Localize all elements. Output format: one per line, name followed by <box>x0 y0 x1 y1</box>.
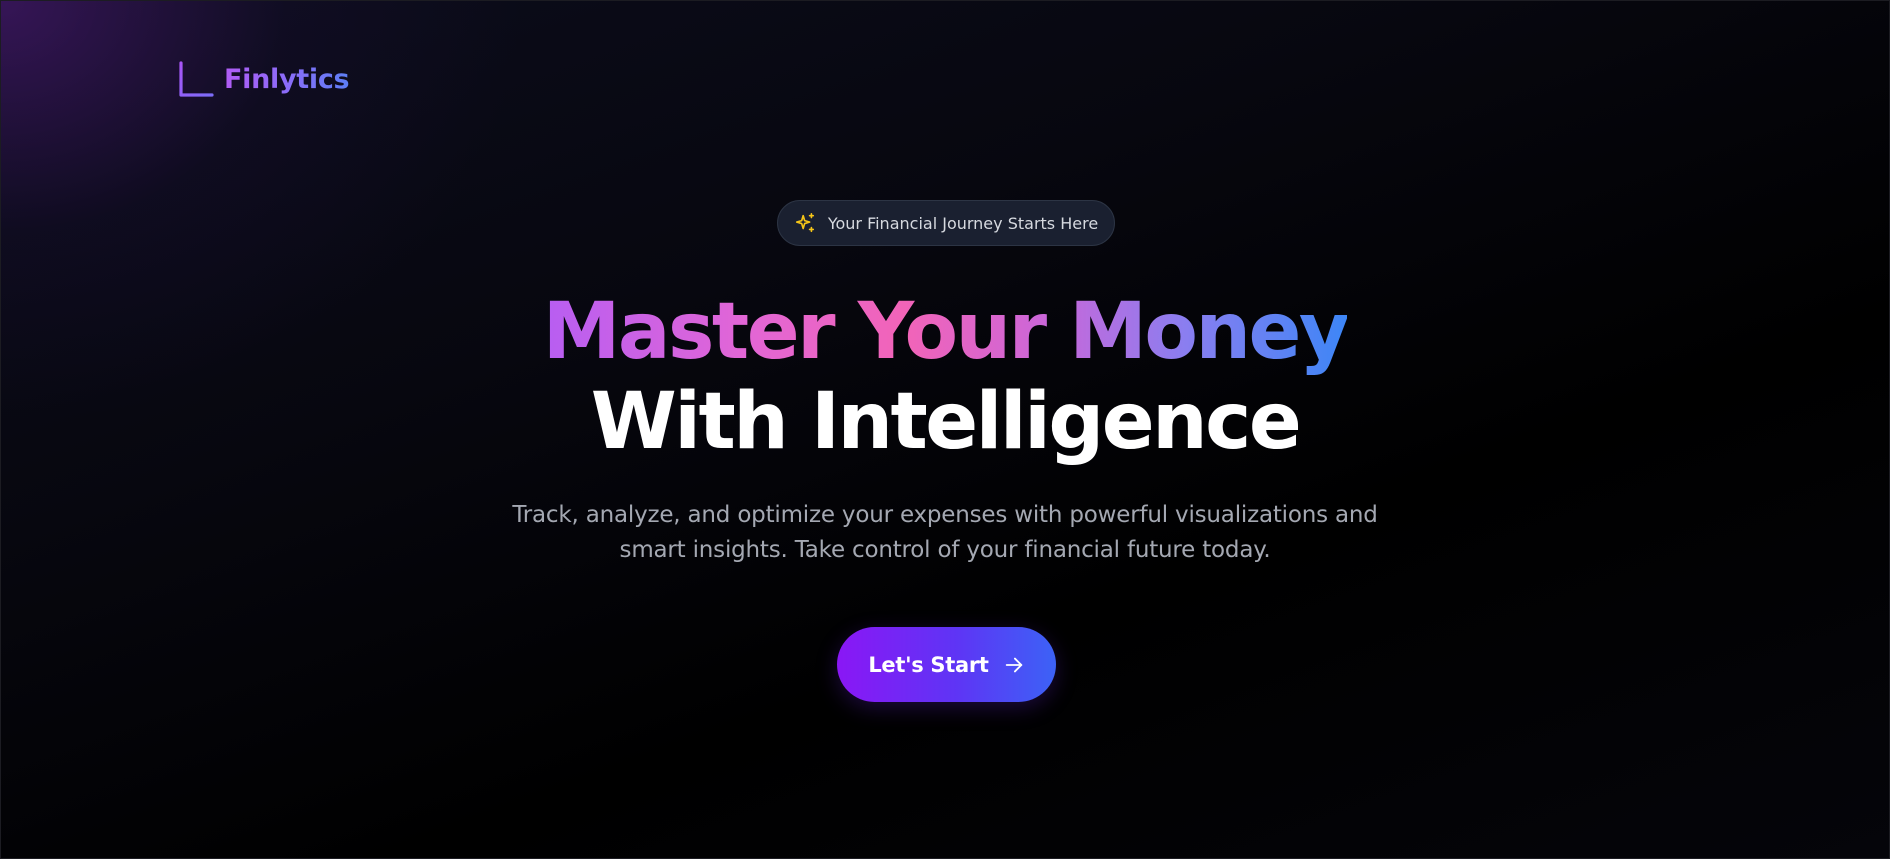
bar-chart-icon <box>179 61 214 97</box>
tagline-text: Your Financial Journey Starts Here <box>827 213 1099 233</box>
lets-start-label: Let's Start <box>868 652 989 677</box>
arrow-right-icon <box>1005 657 1022 672</box>
headline-line-2: With Intelligence <box>590 377 1302 467</box>
headline-line-1: Master Your Money <box>0 293 1890 371</box>
brand-logo[interactable]: Finlytics <box>178 60 350 98</box>
tagline-badge: Your Financial Journey Starts Here <box>777 200 1115 246</box>
brand-name: Finlytics <box>224 63 350 95</box>
headline-gradient-text: Master Your Money <box>542 287 1350 377</box>
hero-subtitle: Track, analyze, and optimize your expens… <box>512 502 1378 563</box>
sparkles-icon <box>795 213 814 233</box>
lets-start-button[interactable]: Let's Start <box>837 627 1056 702</box>
